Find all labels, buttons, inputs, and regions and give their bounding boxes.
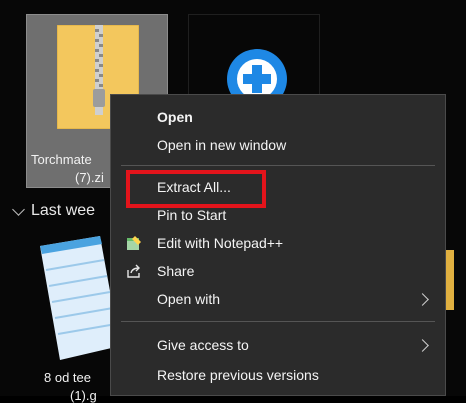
extract-all-highlight — [126, 170, 266, 208]
file-tile-installer[interactable] — [188, 14, 320, 109]
share-icon — [125, 262, 143, 280]
menu-item-share[interactable]: Share — [111, 257, 445, 285]
notepad-file-name: 8 od tee — [44, 370, 91, 385]
context-menu: Open Open in new window Extract All... P… — [110, 94, 446, 396]
menu-item-restore-versions[interactable]: Restore previous versions — [111, 361, 445, 389]
chevron-down-icon — [12, 202, 25, 216]
menu-item-open[interactable]: Open — [111, 103, 445, 131]
notepad-plus-plus-icon — [125, 234, 143, 252]
chevron-right-icon — [416, 338, 429, 352]
menu-separator — [121, 321, 435, 322]
menu-item-edit-notepadpp[interactable]: Edit with Notepad++ — [111, 229, 445, 257]
notepad-document-icon[interactable] — [30, 236, 122, 364]
group-header-last-week[interactable]: Last wee — [12, 202, 95, 220]
zip-file-name: Torchmate (7).zi — [31, 152, 104, 185]
menu-item-open-with[interactable]: Open with — [111, 285, 445, 313]
menu-item-open-new-window[interactable]: Open in new window — [111, 131, 445, 159]
menu-item-give-access[interactable]: Give access to — [111, 331, 445, 359]
chevron-right-icon — [416, 292, 429, 306]
menu-separator — [121, 165, 435, 166]
